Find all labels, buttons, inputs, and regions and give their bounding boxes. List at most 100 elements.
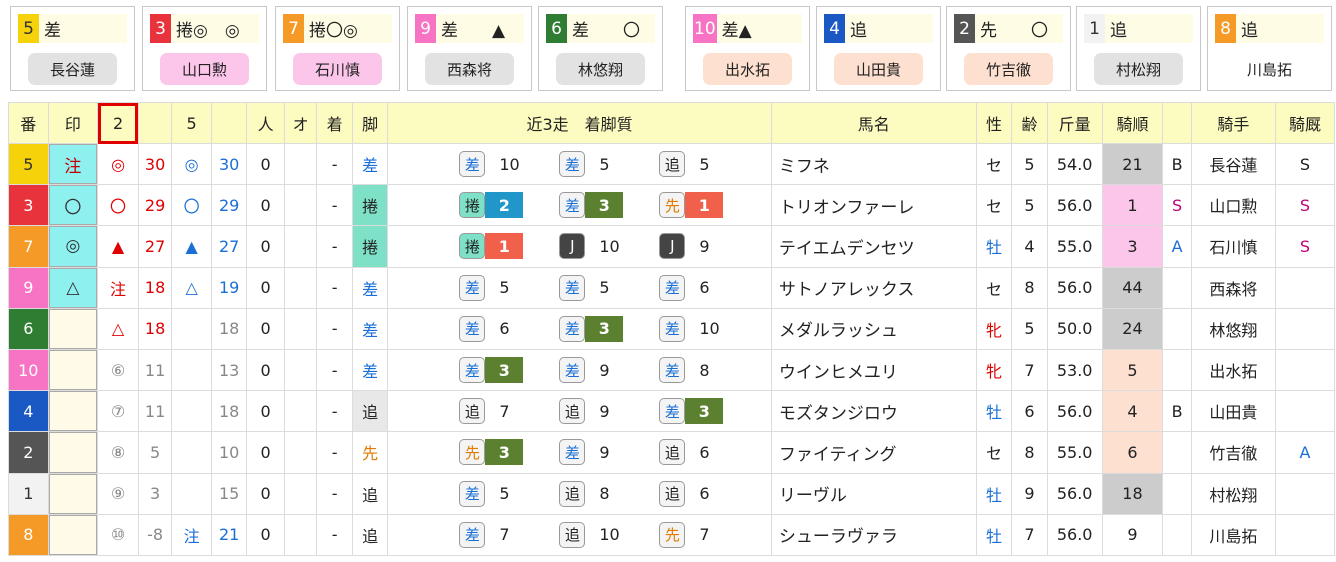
mark-value: 注 — [49, 144, 97, 184]
recent-race: 追8 — [559, 480, 659, 507]
card-marks: 捲◎ ◎ — [176, 21, 240, 41]
jockey-name[interactable]: 林悠翔 — [1190, 307, 1277, 350]
score-5: 29 — [210, 184, 248, 227]
prediction-card[interactable]: 4 追山田貴 — [816, 6, 941, 91]
race-style-tag: 差 — [559, 151, 586, 178]
prediction-card[interactable]: 9差 ▲ 西森将 — [407, 6, 532, 91]
table-row[interactable]: 2 ⑧ 5 10 0- 先先 3 差 9 追 6 ファイティングセ 8 55.0 6 竹吉徹 A — [8, 431, 1335, 474]
mark-cell[interactable] — [47, 348, 99, 392]
horse-name[interactable]: モズタンジロウ — [770, 390, 977, 433]
race-style-tag: 捲 — [459, 192, 486, 219]
horse-name[interactable]: トリオンファーレ — [770, 184, 977, 227]
table-row[interactable]: 10 ⑥ 11 13 0- 差差 3 差 9 差 8 ウインヒメユリ牝 7 53.0 5 出水拓 — [8, 348, 1335, 392]
horse-name[interactable]: サトノアレックス — [770, 266, 977, 309]
jockey-name[interactable]: 竹吉徹 — [1190, 431, 1277, 474]
finish: - — [316, 142, 353, 186]
finish: - — [316, 266, 353, 309]
rank-flag: S — [1162, 184, 1192, 227]
table-row[interactable]: 1 ⑨ 3 15 0- 追差 5 追 8 追 6 リーヴル牡 9 56.0 18 村松翔 — [8, 472, 1335, 515]
mark-cell[interactable] — [47, 472, 99, 515]
card-post-number: 2 — [954, 14, 975, 43]
horse-name[interactable]: ウインヒメユリ — [770, 348, 977, 392]
mark-cell[interactable] — [47, 431, 99, 474]
table-row[interactable]: 7 ◎ ▲ 27 ▲ 27 0- 捲捲 1 J 10 J 9 テイエムデンセツ牡 4 55.0 3 A 石川慎 S — [8, 225, 1335, 268]
rank-flag: A — [1162, 225, 1192, 268]
col-sort-5-header[interactable]: 5 — [171, 102, 212, 144]
finish: - — [316, 184, 353, 227]
prediction-card[interactable]: 1 追村松翔 — [1076, 6, 1201, 91]
jockey-name[interactable]: 川島拓 — [1190, 513, 1277, 556]
card-header: 2先 〇 — [954, 14, 1063, 43]
card-post-number: 4 — [824, 14, 845, 43]
prediction-card[interactable]: 8 追川島拓 — [1207, 6, 1332, 91]
jockey-name[interactable]: 出水拓 — [1190, 348, 1277, 392]
table-row[interactable]: 8 ⑩ -8 注 21 0- 追差 7 追 10 先 7 シューラヴァラ牡 7 56.0 9 川島拓 — [8, 513, 1335, 556]
popularity: 0 — [246, 142, 285, 186]
prediction-card[interactable]: 6差 〇林悠翔 — [538, 6, 663, 91]
jockey-name[interactable]: 山口勲 — [1190, 184, 1277, 227]
post-number: 6 — [8, 307, 49, 350]
mark-cell[interactable]: 〇 — [47, 184, 99, 227]
col-jockey-header: 騎手 — [1190, 102, 1277, 144]
col-stable-header: 騎厩 — [1275, 102, 1335, 144]
table-row[interactable]: 4 ⑦ 11 18 0- 追追 7 追 9 差 3 モズタンジロウ牡 6 56.0 4 B 山田貴 — [8, 390, 1335, 433]
col-mark-5-header — [137, 102, 173, 144]
score-5: 10 — [210, 431, 248, 474]
table-row[interactable]: 5 注 ◎ 30 ◎ 30 0- 差差 10 差 5 追 5 ミフネセ 5 54.0 21 B 長谷蓮 S — [8, 142, 1335, 186]
prediction-card[interactable]: 5 差長谷蓮 — [10, 6, 135, 91]
horse-name[interactable]: テイエムデンセツ — [770, 225, 977, 268]
horse-name[interactable]: メダルラッシュ — [770, 307, 977, 350]
mark-cell[interactable] — [47, 390, 99, 433]
score-2: 18 — [137, 266, 173, 309]
prediction-card[interactable]: 2先 〇竹吉徹 — [946, 6, 1071, 91]
finish: - — [316, 390, 353, 433]
table-row[interactable]: 3 〇〇 29 〇 29 0- 捲捲 2 差 3 先 1 トリオンファーレセ 5 56.0 1 S 山口勲 S — [8, 184, 1335, 227]
table-row[interactable]: 6 △ 18 18 0- 差差 6 差 3 差 10 メダルラッシュ牝 5 50.0 24 林悠翔 — [8, 307, 1335, 350]
horse-name[interactable]: リーヴル — [770, 472, 977, 515]
mark-2: △ — [97, 307, 139, 350]
race-style-tag: 差 — [559, 192, 586, 219]
prediction-card[interactable]: 7 捲〇◎ 石川慎 — [275, 6, 400, 91]
horse-name[interactable]: ミフネ — [770, 142, 977, 186]
jockey-name[interactable]: 村松翔 — [1190, 472, 1277, 515]
recent-race: 差6 — [459, 315, 559, 342]
race-style-tag: 差 — [459, 151, 486, 178]
post-number: 5 — [8, 142, 49, 186]
race-style-tag: 差 — [459, 521, 486, 548]
recent-race: 追6 — [659, 439, 759, 466]
mark-5 — [171, 472, 212, 515]
jockey-name[interactable]: 長谷蓮 — [1190, 142, 1277, 186]
rank-flag — [1162, 513, 1192, 556]
col-sort-2-header[interactable]: 2 — [97, 102, 139, 144]
card-header: 1追 — [1084, 14, 1193, 43]
mark-cell[interactable]: 注 — [47, 142, 99, 186]
race-style-tag: 先 — [459, 439, 486, 466]
horse-name[interactable]: ファイティング — [770, 431, 977, 474]
horse-name[interactable]: シューラヴァラ — [770, 513, 977, 556]
mark-cell[interactable]: △ — [47, 266, 99, 309]
mark-cell[interactable]: ◎ — [47, 225, 99, 268]
prediction-card[interactable]: 10 差▲ 出水拓 — [685, 6, 810, 91]
mark-cell[interactable] — [47, 307, 99, 350]
running-style: 差 — [351, 348, 389, 392]
table-row[interactable]: 9 △ 注 18 △ 19 0- 差差 5 差 5 差 6 サトノアレックスセ 8 56.0 44 西森将 — [8, 266, 1335, 309]
jockey-name[interactable]: 西森将 — [1190, 266, 1277, 309]
recent-race: 差9 — [559, 357, 659, 384]
jockey-name[interactable]: 石川慎 — [1190, 225, 1277, 268]
race-finish: 1 — [485, 233, 524, 260]
jockey-rank: 1 — [1101, 184, 1164, 227]
score-2: 27 — [137, 225, 173, 268]
popularity: 0 — [246, 225, 285, 268]
race-finish: 5 — [599, 154, 610, 174]
prediction-card[interactable]: 3 捲◎ ◎ 山口勲 — [142, 6, 267, 91]
recent-race: 差8 — [659, 357, 759, 384]
card-post-number: 9 — [415, 14, 436, 43]
race-style-tag: 差 — [659, 315, 686, 342]
mark-cell[interactable] — [47, 513, 99, 556]
race-finish: 3 — [585, 315, 624, 342]
race-finish: 3 — [685, 398, 724, 425]
race-finish: 1 — [685, 192, 724, 219]
race-style-tag: 追 — [659, 151, 686, 178]
jockey-name[interactable]: 山田貴 — [1190, 390, 1277, 433]
race-finish: 6 — [699, 278, 710, 298]
